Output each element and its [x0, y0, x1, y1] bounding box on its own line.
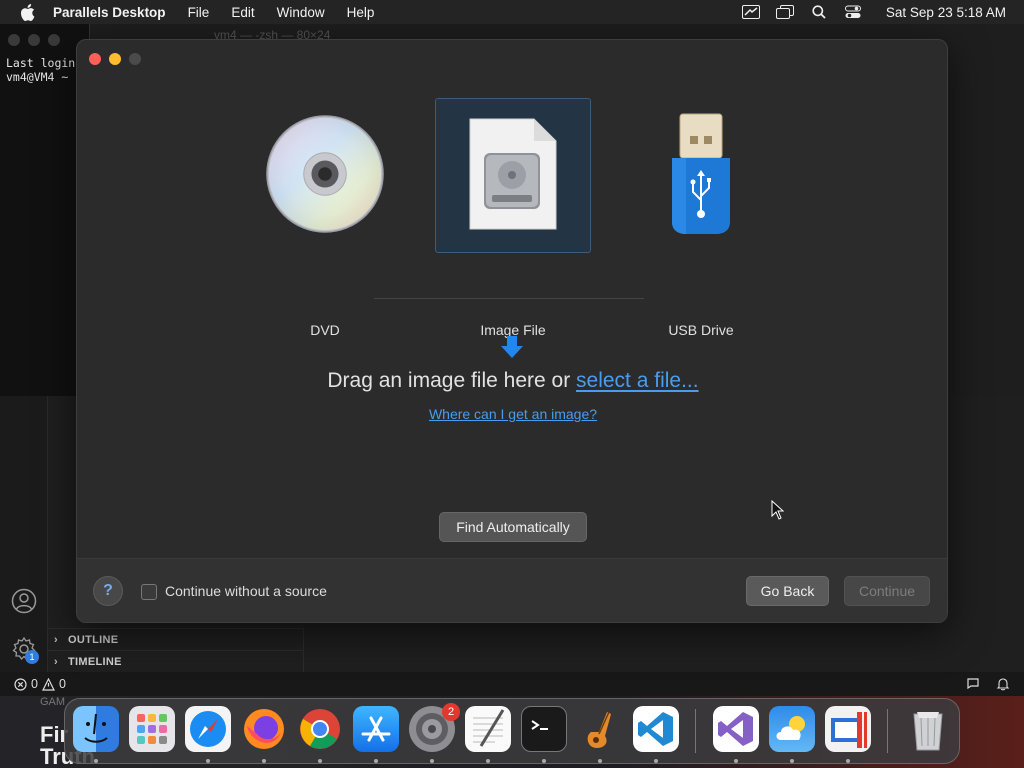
trash-icon[interactable] — [905, 706, 951, 752]
running-indicator — [374, 759, 378, 763]
vscode-side-panels: › OUTLINE › TIMELINE — [48, 628, 304, 672]
running-indicator — [790, 759, 794, 763]
textedit-icon[interactable] — [465, 706, 511, 752]
chevron-right-icon: › — [54, 656, 58, 668]
drag-text: Drag an image file here or — [327, 369, 577, 392]
usb-drive-label: USB Drive — [668, 322, 734, 338]
running-indicator — [94, 759, 98, 763]
warning-icon — [41, 677, 55, 691]
drag-drop-prompt: Drag an image file here or select a file… — [77, 369, 947, 393]
vscode-status-bar: 0 0 — [0, 672, 1024, 696]
close-window-button[interactable] — [89, 53, 101, 65]
settings-notification-badge: 2 — [442, 703, 460, 721]
running-indicator — [846, 759, 850, 763]
weather-icon[interactable] — [769, 706, 815, 752]
chrome-icon[interactable] — [297, 706, 343, 752]
usb-drive-icon — [641, 110, 761, 238]
visual-studio-icon[interactable] — [713, 706, 759, 752]
image-file-icon — [453, 110, 573, 238]
safari-icon[interactable] — [185, 706, 231, 752]
dvd-label: DVD — [310, 322, 340, 338]
mouse-cursor-icon — [771, 499, 785, 520]
running-indicator — [206, 759, 210, 763]
outline-label: OUTLINE — [68, 634, 119, 646]
parallels-desktop-icon[interactable] — [825, 706, 871, 752]
apple-menu-icon[interactable] — [20, 0, 36, 24]
menu-window[interactable]: Window — [277, 5, 325, 20]
error-count: 0 — [31, 677, 38, 691]
app-name-menu[interactable]: Parallels Desktop — [53, 5, 166, 20]
continue-without-source-checkbox[interactable] — [141, 584, 157, 600]
outline-section[interactable]: › OUTLINE — [48, 628, 303, 650]
account-icon[interactable] — [11, 588, 37, 619]
firefox-icon[interactable] — [241, 706, 287, 752]
dock-separator — [695, 709, 696, 753]
choose-installation-source-dialog: DVD Image File USB Drive Drag an image f… — [76, 39, 948, 623]
menu-help[interactable]: Help — [347, 5, 375, 20]
parallels-status-icon[interactable] — [741, 5, 760, 19]
menu-clock[interactable]: Sat Sep 23 5:18 AM — [886, 5, 1006, 20]
dvd-icon — [265, 110, 385, 238]
manage-gear-icon[interactable]: 1 — [11, 636, 39, 667]
problems-status[interactable]: 0 0 — [14, 677, 66, 691]
source-image-file[interactable]: Image File — [435, 98, 591, 338]
vscode-activity-bar: 1 — [0, 396, 48, 672]
timeline-section[interactable]: › TIMELINE — [48, 650, 303, 672]
where-get-image-link[interactable]: Where can I get an image? — [77, 406, 947, 422]
running-indicator — [654, 759, 658, 763]
download-arrow-icon — [499, 334, 525, 360]
launchpad-icon[interactable] — [129, 706, 175, 752]
chevron-right-icon: › — [54, 634, 58, 646]
running-indicator — [262, 759, 266, 763]
minimize-window-button[interactable] — [109, 53, 121, 65]
continue-button[interactable]: Continue — [844, 576, 930, 606]
menu-file[interactable]: File — [188, 5, 210, 20]
running-indicator — [486, 759, 490, 763]
find-automatically-button[interactable]: Find Automatically — [439, 512, 587, 542]
garageband-icon[interactable] — [577, 706, 623, 752]
select-file-link[interactable]: select a file... — [576, 369, 699, 392]
terminal-icon[interactable] — [521, 706, 567, 752]
feedback-icon[interactable] — [966, 677, 980, 691]
dock: 2 — [64, 698, 960, 764]
spotlight-search-icon[interactable] — [810, 5, 828, 19]
finder-icon[interactable] — [73, 706, 119, 752]
running-indicator — [430, 759, 434, 763]
settings-badge: 1 — [25, 650, 39, 664]
continue-without-source-label[interactable]: Continue without a source — [165, 583, 327, 599]
source-divider — [374, 298, 644, 299]
timeline-label: TIMELINE — [68, 656, 122, 668]
terminal-close-dot — [8, 34, 20, 46]
dialog-footer: ? Continue without a source Go Back Cont… — [77, 558, 947, 622]
vscode-icon[interactable] — [633, 706, 679, 752]
menu-edit[interactable]: Edit — [231, 5, 254, 20]
source-usb-drive[interactable]: USB Drive — [623, 98, 779, 338]
running-indicator — [598, 759, 602, 763]
error-icon — [14, 677, 27, 691]
app-store-icon[interactable] — [353, 706, 399, 752]
go-back-button[interactable]: Go Back — [746, 576, 829, 606]
windows-menu-icon[interactable] — [775, 5, 794, 19]
running-indicator — [734, 759, 738, 763]
system-settings-icon[interactable]: 2 — [409, 703, 460, 752]
notifications-bell-icon[interactable] — [996, 677, 1010, 691]
running-indicator — [542, 759, 546, 763]
source-dvd[interactable]: DVD — [247, 98, 403, 338]
dock-separator-2 — [887, 709, 888, 753]
terminal-max-dot — [48, 34, 60, 46]
wallpaper-label: GAM — [40, 696, 66, 708]
zoom-window-button — [129, 53, 141, 65]
control-center-icon[interactable] — [844, 5, 862, 19]
menu-bar: Parallels Desktop File Edit Window Help … — [0, 0, 1024, 24]
warning-count: 0 — [58, 677, 66, 691]
terminal-text: Last login vm4@VM4 ~ — [6, 56, 76, 84]
running-indicator — [318, 759, 322, 763]
help-button[interactable]: ? — [93, 576, 123, 606]
terminal-min-dot — [28, 34, 40, 46]
